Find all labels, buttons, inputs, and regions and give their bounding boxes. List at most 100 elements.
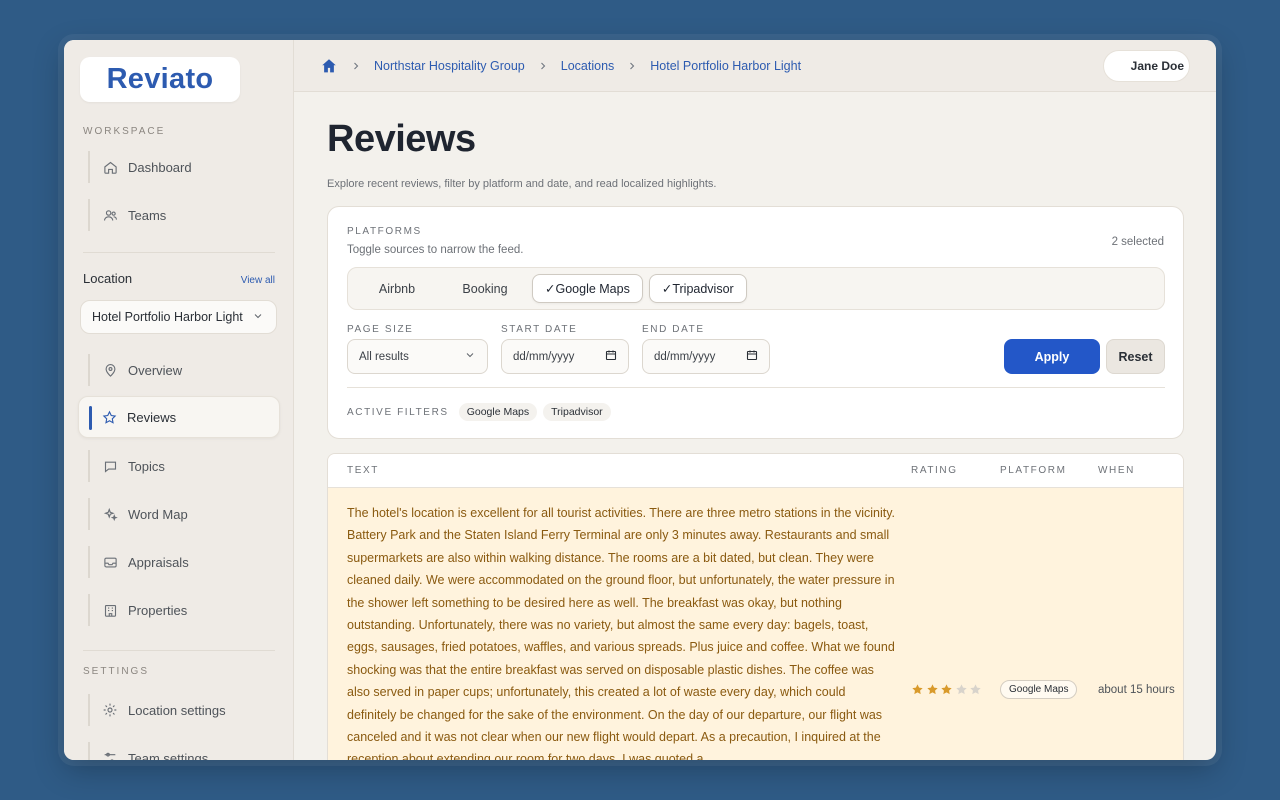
star-empty-icon xyxy=(970,684,981,695)
sidebar-item-label: Topics xyxy=(128,458,165,474)
breadcrumb: Northstar Hospitality Group Locations Ho… xyxy=(320,57,801,75)
sidebar-item-location-settings[interactable]: Location settings xyxy=(88,694,280,726)
inbox-icon xyxy=(102,554,118,570)
end-date-placeholder: dd/mm/yyyy xyxy=(654,350,716,363)
chevron-right-icon xyxy=(350,60,362,72)
page-subtitle: Explore recent reviews, filter by platfo… xyxy=(327,178,717,190)
sidebar-divider xyxy=(83,252,275,253)
sidebar-item-label: Dashboard xyxy=(128,159,192,175)
platform-toggle-tripadvisor[interactable]: ✓ Tripadvisor xyxy=(648,274,747,303)
platform-toggle-airbnb[interactable]: Airbnb xyxy=(356,274,438,303)
app-logo[interactable]: Reviato xyxy=(80,57,240,102)
sidebar-item-label: Reviews xyxy=(127,409,177,425)
page-size-select[interactable]: All results xyxy=(347,339,488,374)
table-header: TEXT RATING PLATFORM WHEN xyxy=(328,454,1183,488)
breadcrumb-link-organization[interactable]: Northstar Hospitality Group xyxy=(374,59,525,73)
sidebar-item-overview[interactable]: Overview xyxy=(88,354,280,386)
column-header-rating[interactable]: RATING xyxy=(911,465,958,476)
star-icon xyxy=(101,409,117,425)
calendar-icon[interactable] xyxy=(746,349,758,364)
start-date-label: START DATE xyxy=(501,324,578,335)
sidebar-item-label: Team settings xyxy=(128,750,209,761)
apply-button[interactable]: Apply xyxy=(1004,339,1100,374)
sidebar-item-topics[interactable]: Topics xyxy=(88,450,280,482)
selected-count: 2 selected xyxy=(1111,236,1164,248)
sliders-icon xyxy=(102,750,118,760)
building-icon xyxy=(102,602,118,618)
sidebar-item-properties[interactable]: Properties xyxy=(88,594,280,626)
star-empty-icon xyxy=(955,684,967,695)
home-icon[interactable] xyxy=(320,57,338,75)
platform-toggle-label: Booking xyxy=(462,281,508,296)
sidebar-item-label: Location settings xyxy=(128,702,226,718)
active-filters-label: ACTIVE FILTERS xyxy=(347,406,449,418)
star-filled-icon xyxy=(926,684,938,695)
app-window: Reviato WORKSPACE Dashboard Teams Locati… xyxy=(64,40,1216,760)
map-pin-icon xyxy=(102,362,118,378)
platforms-label: PLATFORMS xyxy=(347,226,422,237)
page-size-value: All results xyxy=(359,350,409,363)
sidebar-item-team-settings[interactable]: Team settings xyxy=(88,742,280,760)
home-icon xyxy=(102,159,118,175)
chat-bubble-icon xyxy=(102,458,118,474)
filter-divider xyxy=(347,387,1165,388)
chevron-right-icon xyxy=(626,60,638,72)
sidebar-item-word-map[interactable]: Word Map xyxy=(88,498,280,530)
gear-icon xyxy=(102,702,118,718)
rating-stars xyxy=(911,683,984,696)
users-icon xyxy=(102,207,118,223)
star-filled-icon xyxy=(912,684,923,695)
page-size-label: PAGE SIZE xyxy=(347,324,414,335)
active-filter-chip[interactable]: Google Maps xyxy=(458,403,538,421)
calendar-icon[interactable] xyxy=(605,349,617,364)
sidebar-item-label: Teams xyxy=(128,207,167,223)
logo-text: Reviato xyxy=(106,63,214,95)
location-select[interactable]: Hotel Portfolio Harbor Light xyxy=(80,300,277,334)
sparkles-icon xyxy=(102,506,118,522)
user-menu-button[interactable]: Jane Doe xyxy=(1103,50,1190,82)
chevron-right-icon xyxy=(537,60,549,72)
sidebar-item-reviews[interactable]: Reviews xyxy=(78,396,280,438)
column-header-when[interactable]: WHEN xyxy=(1098,465,1135,476)
check-icon: ✓ xyxy=(545,282,556,296)
review-time: about 15 hours xyxy=(1098,684,1175,696)
location-header: Location View all xyxy=(83,271,275,286)
sidebar-item-dashboard[interactable]: Dashboard xyxy=(88,151,280,183)
chevron-down-icon xyxy=(464,349,476,364)
location-label: Location xyxy=(83,271,133,286)
workspace-section-label: WORKSPACE xyxy=(83,126,166,137)
page-title: Reviews xyxy=(327,118,476,160)
active-filters: ACTIVE FILTERS Google Maps Tripadvisor xyxy=(347,403,611,421)
sidebar-item-teams[interactable]: Teams xyxy=(88,199,280,231)
platform-toggle-label: Tripadvisor xyxy=(672,281,734,296)
platform-toggle-google-maps[interactable]: ✓ Google Maps xyxy=(532,274,643,303)
chevron-down-icon xyxy=(252,310,264,325)
view-all-link[interactable]: View all xyxy=(241,275,275,286)
reviews-table: TEXT RATING PLATFORM WHEN The hotel's lo… xyxy=(327,453,1184,760)
sidebar-item-label: Overview xyxy=(128,362,183,378)
sidebar-item-appraisals[interactable]: Appraisals xyxy=(88,546,280,578)
column-header-platform[interactable]: PLATFORM xyxy=(1000,465,1067,476)
filter-panel: PLATFORMS Toggle sources to narrow the f… xyxy=(327,206,1184,439)
sidebar-divider xyxy=(83,650,275,651)
settings-section-label: SETTINGS xyxy=(83,666,150,677)
platform-toggle-label: Airbnb xyxy=(378,281,416,296)
platform-toggle-booking[interactable]: Booking xyxy=(444,274,526,303)
breadcrumb-current-location[interactable]: Hotel Portfolio Harbor Light xyxy=(650,59,801,73)
active-filter-chip[interactable]: Tripadvisor xyxy=(543,403,611,421)
end-date-input[interactable]: dd/mm/yyyy xyxy=(642,339,770,374)
sidebar: Reviato WORKSPACE Dashboard Teams Locati… xyxy=(64,40,294,760)
start-date-placeholder: dd/mm/yyyy xyxy=(513,350,575,363)
platforms-hint: Toggle sources to narrow the feed. xyxy=(347,244,524,256)
sidebar-item-label: Word Map xyxy=(128,506,188,522)
start-date-input[interactable]: dd/mm/yyyy xyxy=(501,339,629,374)
location-select-value: Hotel Portfolio Harbor Light xyxy=(92,310,243,324)
reset-button[interactable]: Reset xyxy=(1106,339,1165,374)
star-filled-icon xyxy=(941,684,952,695)
end-date-label: END DATE xyxy=(642,324,705,335)
check-icon: ✓ xyxy=(661,282,673,296)
platform-badge: Google Maps xyxy=(1000,680,1078,699)
breadcrumb-link-locations[interactable]: Locations xyxy=(561,59,615,73)
sidebar-item-label: Properties xyxy=(128,602,188,618)
column-header-text[interactable]: TEXT xyxy=(347,465,379,476)
